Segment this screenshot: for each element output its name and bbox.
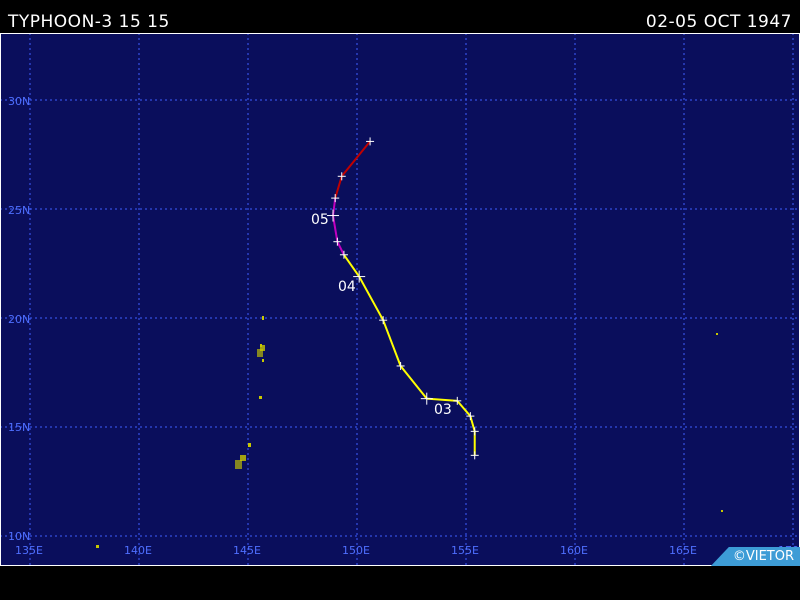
storm-title: TYPHOON-3 15 15 [8,12,170,32]
day-label-04: 04 [338,279,356,295]
lon-label: 160E [560,544,588,557]
lat-label: 30N [8,95,30,108]
lon-label: 165E [669,544,697,557]
lon-label: 155E [451,544,479,557]
lat-label: 10N [8,530,30,543]
lat-label: 25N [8,204,30,217]
lon-label: 150E [342,544,370,557]
ocean-background [0,33,800,566]
lon-label: 140E [124,544,152,557]
lat-label: 20N [8,313,30,326]
date-range: 02-05 OCT 1947 [645,12,792,32]
lon-label: 135E [15,544,43,557]
track-map: 03 04 05 135E 140E 145E 150E 155E 160E 1… [0,33,800,566]
day-label-03: 03 [434,402,452,418]
lat-label: 15N [8,421,30,434]
lon-label: 145E [233,544,261,557]
day-label-05: 05 [311,212,329,228]
